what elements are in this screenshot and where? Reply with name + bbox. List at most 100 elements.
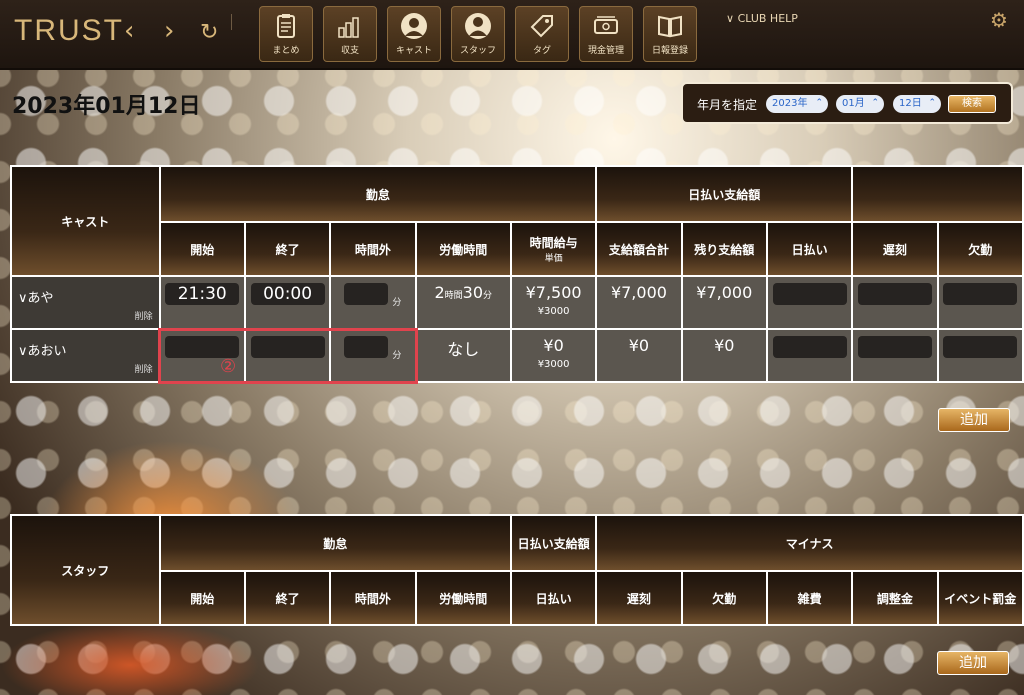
daily-header: 日払い [511,572,596,624]
adjust-header: 調整金 [853,572,937,624]
club-help-label: CLUB HELP [737,12,798,25]
table-row: ∨あや 削除 21:30 00:00 分 2時間30分 ¥7,500 ¥3000 … [12,277,1022,328]
add-cast-button[interactable]: 追加 [938,408,1010,432]
toolbar-staff-button[interactable]: スタッフ [451,6,505,62]
year-select[interactable]: 2023年 [766,94,828,113]
day-select[interactable]: 12日 [893,94,941,113]
reload-icon[interactable]: ↻ [200,20,218,45]
daily-header: 日払い [767,223,852,275]
staff-header: スタッフ [12,516,159,624]
toolbar-label: 日報登録 [651,46,688,56]
delete-link[interactable]: 削除 [135,362,153,375]
hourly-wage-value: ¥0 [543,336,564,355]
total-pay-value: ¥0 [628,336,650,355]
toolbar-label: 現金管理 [587,46,624,56]
staff-table: スタッフ 勤怠 日払い支給額 マイナス 開始 終了 時間外 労働時間 日払い 遅… [10,514,1024,626]
attendance-header: 勤怠 [160,516,510,570]
misc-header: 雑費 [767,572,852,624]
cast-person-icon [401,13,427,39]
hourly-wage-label: 時間給与 [529,236,578,250]
end-header: 終了 [245,572,330,624]
background-glow [0,620,260,695]
minutes-unit: 分 [392,298,402,308]
work-time-header: 労働時間 [416,223,510,275]
date-filter-label: 年月を指定 [697,98,758,112]
cash-icon [594,16,618,34]
book-icon [658,15,682,38]
date-filter: 年月を指定 2023年 01月 12日 検索 [681,82,1013,124]
gear-icon[interactable]: ⚙ [990,8,1008,32]
delete-link[interactable]: 削除 [135,309,153,322]
toolbar-label: まとめ [272,46,300,56]
late-input[interactable] [857,283,932,305]
divider [231,14,232,30]
month-select[interactable]: 01月 [836,94,884,113]
toolbar-cash-button[interactable]: 現金管理 [579,6,633,62]
hours-unit: 時間 [444,291,463,301]
page-title: 2023年01月12日 [12,94,201,119]
overtime-header: 時間外 [331,223,415,275]
forward-arrow-icon[interactable]: › [164,18,174,44]
toolbar-cast-button[interactable]: キャスト [387,6,441,62]
toolbar-tag-button[interactable]: タグ [515,6,569,62]
highlight-box [158,328,418,384]
toolbar-balance-button[interactable]: 収支 [323,6,377,62]
overtime-header: 時間外 [331,572,415,624]
minutes-unit: 分 [483,291,493,301]
daily-pay-input[interactable] [772,283,847,305]
cast-name[interactable]: ∨あや [18,287,54,306]
absence-input[interactable] [943,336,1018,358]
event-fine-header: イベント罰金 [938,572,1022,624]
unit-price-value: ¥3000 [537,359,570,370]
remaining-pay-value: ¥7,000 [696,283,753,302]
daily-pay-header: 日払い支給額 [597,167,852,221]
add-staff-button[interactable]: 追加 [937,651,1009,675]
app-logo: TRUST [14,14,124,47]
absence-input[interactable] [943,283,1018,305]
daily-pay-input[interactable] [772,336,847,358]
absence-header: 欠勤 [682,572,766,624]
chevron-down-icon: ∨ [726,12,738,25]
search-button[interactable]: 検索 [948,95,996,113]
cast-name[interactable]: ∨あおい [18,340,67,359]
end-header: 終了 [245,223,330,275]
bar-chart-icon [338,17,359,38]
start-time-input[interactable]: 21:30 [165,283,240,305]
hourly-wage-header: 時間給与 単価 [511,223,596,275]
start-header: 開始 [160,223,244,275]
toolbar-label: タグ [532,46,551,56]
work-hours: 2 [434,283,445,302]
toolbar-summary-button[interactable]: まとめ [259,6,313,62]
back-arrow-icon[interactable]: ‹ [124,18,134,44]
late-input[interactable] [857,336,932,358]
staff-person-icon [465,13,491,39]
overtime-input[interactable] [344,283,389,305]
toolbar-label: スタッフ [459,46,496,56]
work-minutes: 30 [462,283,484,302]
minus-header: マイナス [597,516,1022,570]
tag-icon [530,15,553,38]
top-bar: TRUST ‹ › ↻ まとめ 収支 キャスト スタッフ タグ 現金管理 日報登… [0,0,1024,70]
late-header: 遅刻 [853,223,937,275]
total-pay-value: ¥7,000 [610,283,667,302]
cast-name-cell[interactable]: ∨あおい 削除 [12,330,159,381]
toolbar-label: 収支 [340,46,359,56]
unit-price-value: ¥3000 [537,306,570,317]
work-time-value: 2時間30分 [416,277,510,328]
toolbar-daily-report-button[interactable]: 日報登録 [643,6,697,62]
absence-header: 欠勤 [938,223,1022,275]
work-time-value: なし [447,340,480,359]
unit-price-label: 単価 [544,254,563,264]
empty-header [853,167,1022,221]
daily-pay-header: 日払い支給額 [511,516,596,570]
work-time-header: 労働時間 [416,572,510,624]
clipboard-icon [277,14,295,38]
attendance-header: 勤怠 [160,167,596,221]
club-help-link[interactable]: ∨ CLUB HELP [726,12,798,25]
remaining-pay-value: ¥0 [714,336,735,355]
end-time-input[interactable]: 00:00 [250,283,325,305]
cast-name-cell[interactable]: ∨あや 削除 [12,277,159,328]
start-header: 開始 [160,572,244,624]
remaining-pay-header: 残り支給額 [682,223,766,275]
cast-header: キャスト [12,167,159,275]
